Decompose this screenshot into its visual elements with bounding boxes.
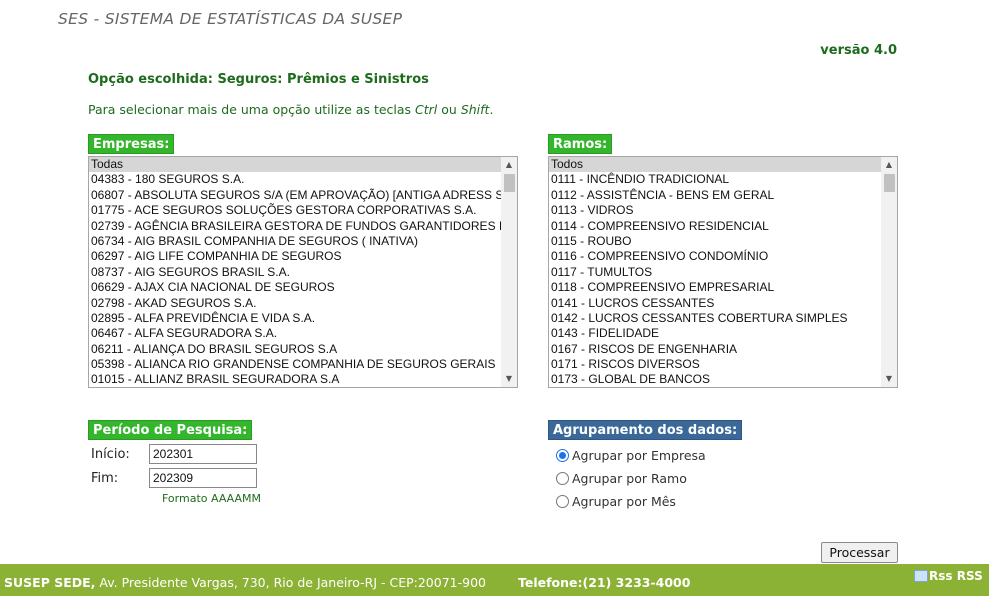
list-option[interactable]: 05398 - ALIANCA RIO GRANDENSE COMPANHIA … [89, 357, 501, 372]
agrupamento-label: Agrupamento dos dados: [548, 420, 743, 440]
radio-label: Agrupar por Empresa [572, 448, 706, 463]
rss-alt-text[interactable]: Rss [929, 569, 953, 583]
list-option[interactable]: 0111 - INCÊNDIO TRADICIONAL [549, 172, 881, 187]
footer: SUSEP SEDE, Av. Presidente Vargas, 730, … [0, 564, 989, 596]
radio-agrupar-empresa[interactable]: Agrupar por Empresa [556, 448, 706, 463]
list-option[interactable]: 04383 - 180 SEGUROS S.A. [89, 172, 501, 187]
scroll-thumb[interactable] [504, 174, 515, 192]
list-option[interactable]: 06467 - ALFA SEGURADORA S.A. [89, 326, 501, 341]
inicio-input[interactable] [149, 444, 257, 464]
footer-phone: Telefone:(21) 3233-4000 [518, 575, 691, 590]
hint-ctrl: Ctrl [415, 102, 438, 117]
rss-link[interactable]: Rss RSS [914, 569, 983, 583]
scroll-down-icon[interactable]: ▼ [501, 371, 517, 387]
empresas-scrollbar[interactable]: ▲ ▼ [501, 157, 517, 387]
chosen-option: Opção escolhida: Seguros: Prêmios e Sini… [88, 72, 429, 87]
radio-agrupar-ramo[interactable]: Agrupar por Ramo [556, 471, 687, 486]
list-option[interactable]: Todos [549, 157, 881, 173]
empresas-options[interactable]: Todas 04383 - 180 SEGUROS S.A. 06807 - ABS… [89, 157, 501, 387]
scroll-down-icon[interactable]: ▼ [881, 371, 897, 387]
ramos-scrollbar[interactable]: ▲ ▼ [881, 157, 897, 387]
list-option[interactable]: 06807 - ABSOLUTA SEGUROS S/A (EM APROVAÇ… [89, 188, 501, 203]
list-option[interactable]: 0143 - FIDELIDADE [549, 326, 881, 341]
footer-address-name: SUSEP SEDE, [4, 575, 96, 590]
hint-text-end: . [489, 102, 494, 117]
list-option[interactable]: 02739 - AGÊNCIA BRASILEIRA GESTORA DE FU… [89, 219, 501, 234]
ramos-label: Ramos: [548, 134, 613, 154]
scroll-up-icon[interactable]: ▲ [881, 157, 897, 173]
periodo-label: Período de Pesquisa: [88, 420, 253, 440]
scroll-thumb[interactable] [884, 174, 895, 192]
list-option[interactable]: 0167 - RISCOS DE ENGENHARIA [549, 342, 881, 357]
list-option[interactable]: 0141 - LUCROS CESSANTES [549, 296, 881, 311]
list-option[interactable]: 02798 - AKAD SEGUROS S.A. [89, 296, 501, 311]
app-title: SES - SISTEMA DE ESTATÍSTICAS DA SUSEP [58, 10, 403, 28]
empresas-label: Empresas: [88, 134, 175, 154]
selection-hint: Para selecionar mais de uma opção utiliz… [88, 102, 493, 117]
fim-input[interactable] [149, 468, 257, 488]
inicio-label: Início: [91, 447, 130, 462]
list-option[interactable]: 0112 - ASSISTÊNCIA - BENS EM GERAL [549, 188, 881, 203]
list-option[interactable]: 0171 - RISCOS DIVERSOS [549, 357, 881, 372]
ramos-options[interactable]: Todos 0111 - INCÊNDIO TRADICIONAL 0112 - A… [549, 157, 881, 387]
list-option[interactable]: 06629 - AJAX CIA NACIONAL DE SEGUROS [89, 280, 501, 295]
list-option[interactable]: 06734 - AIG BRASIL COMPANHIA DE SEGUROS … [89, 234, 501, 249]
ramos-listbox[interactable]: Todos 0111 - INCÊNDIO TRADICIONAL 0112 - A… [548, 156, 898, 388]
list-option[interactable]: 0114 - COMPREENSIVO RESIDENCIAL [549, 219, 881, 234]
list-option[interactable]: 0115 - ROUBO [549, 234, 881, 249]
list-option[interactable]: 02895 - ALFA PREVIDÊNCIA E VIDA S.A. [89, 311, 501, 326]
hint-text: Para selecionar mais de uma opção utiliz… [88, 102, 416, 117]
list-option[interactable]: Todas [89, 157, 501, 173]
list-option[interactable]: 06211 - ALIANÇA DO BRASIL SEGUROS S.A [89, 342, 501, 357]
radio-checked-icon[interactable] [556, 449, 569, 462]
scroll-up-icon[interactable]: ▲ [501, 157, 517, 173]
radio-label: Agrupar por Mês [572, 494, 676, 509]
format-hint: Formato AAAAMM [162, 492, 261, 505]
footer-address: SUSEP SEDE, Av. Presidente Vargas, 730, … [4, 575, 486, 590]
list-option[interactable]: 01775 - ACE SEGUROS SOLUÇÕES GESTORA COR… [89, 203, 501, 218]
processar-button[interactable]: Processar [821, 542, 898, 563]
radio-unchecked-icon[interactable] [556, 472, 569, 485]
list-option[interactable]: 0173 - GLOBAL DE BANCOS [549, 372, 881, 387]
rss-label[interactable]: RSS [957, 569, 983, 583]
version-label: versão 4.0 [820, 43, 897, 58]
list-option[interactable]: 08737 - AIG SEGUROS BRASIL S.A. [89, 265, 501, 280]
list-option[interactable]: 0113 - VIDROS [549, 203, 881, 218]
list-option[interactable]: 0142 - LUCROS CESSANTES COBERTURA SIMPLE… [549, 311, 881, 326]
footer-address-rest: Av. Presidente Vargas, 730, Rio de Janei… [95, 575, 486, 590]
fim-label: Fim: [91, 471, 119, 486]
radio-unchecked-icon[interactable] [556, 495, 569, 508]
empresas-listbox[interactable]: Todas 04383 - 180 SEGUROS S.A. 06807 - ABS… [88, 156, 518, 388]
list-option[interactable]: 0118 - COMPREENSIVO EMPRESARIAL [549, 280, 881, 295]
hint-shift: Shift [460, 102, 490, 117]
list-option[interactable]: 0117 - TUMULTOS [549, 265, 881, 280]
radio-agrupar-mes[interactable]: Agrupar por Mês [556, 494, 676, 509]
list-option[interactable]: 0116 - COMPREENSIVO CONDOMÍNIO [549, 249, 881, 264]
rss-icon[interactable] [914, 570, 928, 582]
radio-label: Agrupar por Ramo [572, 471, 687, 486]
list-option[interactable]: 01015 - ALLIANZ BRASIL SEGURADORA S.A [89, 372, 501, 387]
hint-text-mid: ou [437, 102, 461, 117]
list-option[interactable]: 06297 - AIG LIFE COMPANHIA DE SEGUROS [89, 249, 501, 264]
